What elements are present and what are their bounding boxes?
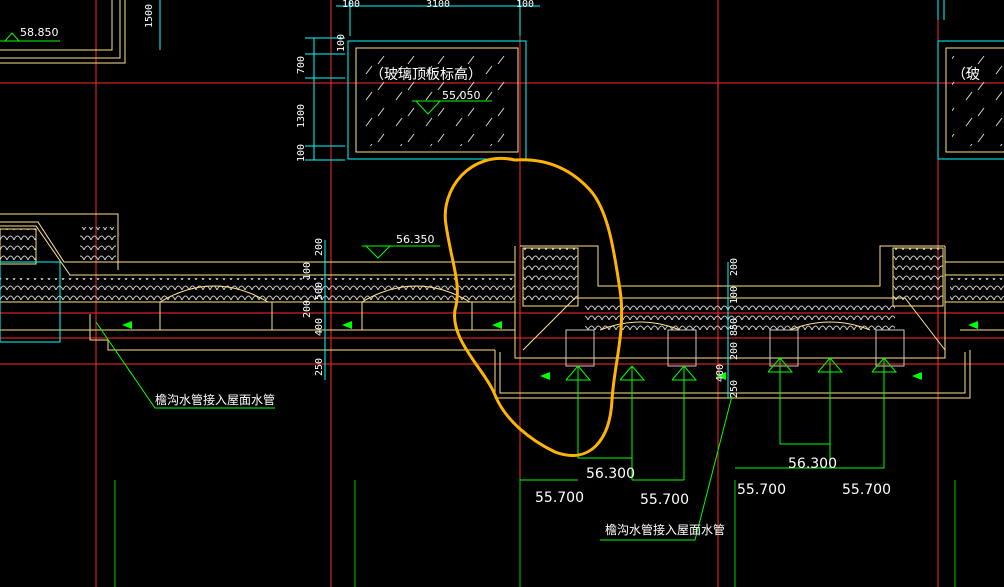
mid-dim-left-6: 250 — [314, 358, 325, 376]
mid-dim-left-3: 500 — [314, 282, 325, 300]
mid-dim-left-1: 200 — [314, 238, 325, 256]
mid-dim-right-1: 200 — [729, 258, 740, 276]
glass-roof-label: （玻璃顶板标高） — [370, 66, 482, 83]
top-dim-2: 3100 — [426, 0, 450, 10]
gutter-note-bottom: 檐沟水管接入屋面水管 — [605, 522, 725, 537]
gutter-note-left: 檐沟水管接入屋面水管 — [155, 392, 275, 407]
glass-box-vertical-dims — [305, 37, 345, 161]
mid-dim-right-2: 100 — [729, 286, 740, 304]
center-elevation: 56.350 — [396, 233, 435, 246]
mid-dim-left-2: 100 — [302, 262, 313, 280]
cad-drawing: 58.850 1500 100 3100 100 （玻璃顶板标高） 55.050… — [0, 0, 1004, 587]
glass-roof-box — [347, 40, 527, 160]
mid-dim-right-6: 250 — [729, 380, 740, 398]
top-dim-1: 100 — [342, 0, 360, 10]
mid-dim-left-5: 400 — [314, 318, 325, 336]
roof-section-band — [0, 213, 1004, 399]
glass-dim-2: 700 — [296, 56, 307, 74]
elevation-4: 56.300 — [788, 456, 837, 472]
glass-roof-elevation: 55.050 — [442, 89, 481, 102]
glass-roof-label-right: （玻 — [952, 67, 980, 83]
top-left-dim: 1500 — [144, 4, 155, 28]
glass-dim-1: 100 — [336, 34, 347, 52]
top-dim-3: 100 — [516, 0, 534, 10]
elevation-6: 55.700 — [842, 482, 891, 498]
top-left-elevation: 58.850 — [20, 26, 59, 39]
elevation-3: 55.700 — [640, 492, 689, 508]
elevation-1: 56.300 — [586, 466, 635, 482]
mid-dim-right-3: 850 — [729, 318, 740, 336]
elevation-5: 55.700 — [737, 482, 786, 498]
elevation-2: 55.700 — [535, 490, 584, 506]
glass-dim-3: 1300 — [296, 104, 307, 128]
glass-roof-box-right — [937, 40, 1004, 160]
mid-dim-right-5: 400 — [715, 364, 726, 382]
mid-dim-left-4: 200 — [302, 300, 313, 318]
right-top-marks — [937, 0, 945, 20]
glass-dim-4: 100 — [296, 144, 307, 162]
mid-dim-right-4: 200 — [729, 342, 740, 360]
